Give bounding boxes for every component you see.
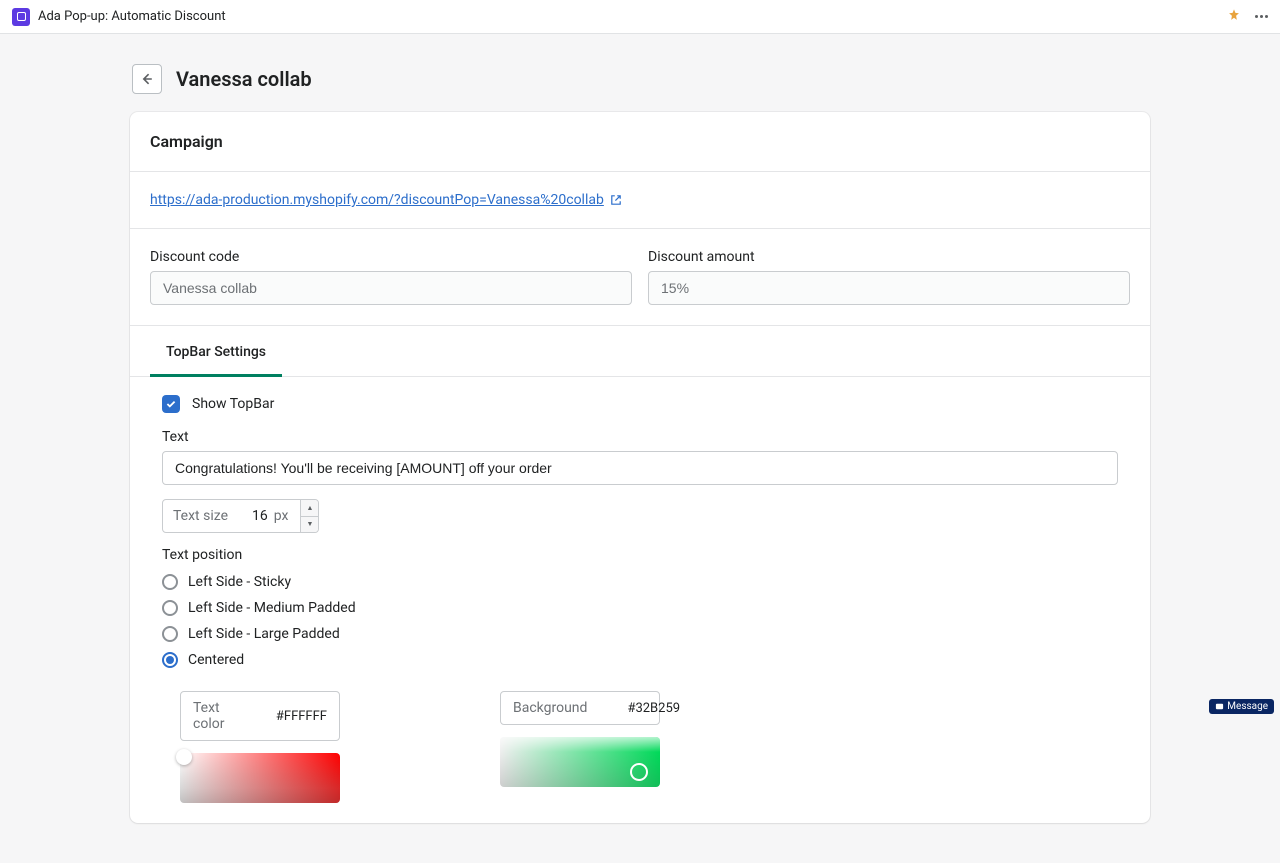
campaign-url-link[interactable]: https://ada-production.myshopify.com/?di… <box>150 192 622 208</box>
text-size-decrement[interactable]: ▼ <box>301 517 318 533</box>
bg-color-label: Background <box>513 700 587 716</box>
back-button[interactable] <box>132 64 162 94</box>
text-position-label: Text position <box>162 547 1118 563</box>
text-size-label: Text size <box>163 500 238 532</box>
radio-label: Left Side - Medium Padded <box>188 600 356 616</box>
text-color-label: Text color <box>193 700 236 732</box>
bg-color-picker[interactable] <box>500 737 660 787</box>
color-handle-icon[interactable] <box>176 749 192 765</box>
discount-code-input[interactable] <box>150 271 632 305</box>
radio-label: Left Side - Sticky <box>188 574 291 590</box>
topbar-settings-panel: Show TopBar Text Text size 16 px ▲ ▼ <box>130 377 1150 823</box>
show-topbar-checkbox[interactable] <box>162 395 180 413</box>
radio-icon <box>162 626 178 642</box>
radio-icon <box>162 652 178 668</box>
bg-color-value: #32B259 <box>627 701 680 716</box>
show-topbar-label: Show TopBar <box>192 396 274 412</box>
campaign-heading: Campaign <box>150 132 1130 151</box>
text-color-field[interactable]: Text color #FFFFFF <box>180 691 340 741</box>
pin-icon[interactable] <box>1227 8 1241 26</box>
message-widget-label: Message <box>1227 701 1268 712</box>
radio-left-sticky[interactable]: Left Side - Sticky <box>162 569 1118 595</box>
app-title: Ada Pop-up: Automatic Discount <box>38 9 226 24</box>
text-color-value: #FFFFFF <box>276 709 327 724</box>
radio-label: Centered <box>188 652 244 668</box>
text-size-increment[interactable]: ▲ <box>301 500 318 517</box>
message-widget[interactable]: Message <box>1209 699 1274 714</box>
radio-icon <box>162 574 178 590</box>
page-title: Vanessa collab <box>176 67 312 91</box>
campaign-url-text: https://ada-production.myshopify.com/?di… <box>150 192 604 208</box>
discount-code-label: Discount code <box>150 249 632 265</box>
topbar-text-input[interactable] <box>162 451 1118 485</box>
radio-left-large[interactable]: Left Side - Large Padded <box>162 621 1118 647</box>
radio-icon <box>162 600 178 616</box>
color-handle-icon[interactable] <box>630 763 648 781</box>
text-size-value[interactable]: 16 <box>238 500 272 532</box>
radio-label: Left Side - Large Padded <box>188 626 340 642</box>
campaign-card: Campaign https://ada-production.myshopif… <box>130 112 1150 823</box>
app-logo-icon <box>12 8 30 26</box>
text-label: Text <box>162 429 1118 445</box>
tabs: TopBar Settings <box>130 326 1150 377</box>
app-top-bar: Ada Pop-up: Automatic Discount <box>0 0 1280 34</box>
radio-left-medium[interactable]: Left Side - Medium Padded <box>162 595 1118 621</box>
text-color-picker[interactable] <box>180 753 340 803</box>
tab-topbar-settings[interactable]: TopBar Settings <box>150 326 282 377</box>
discount-amount-input[interactable] <box>648 271 1130 305</box>
external-link-icon <box>610 194 622 206</box>
text-size-field: Text size 16 px ▲ ▼ <box>162 499 319 533</box>
more-icon[interactable] <box>1255 15 1268 18</box>
discount-amount-label: Discount amount <box>648 249 1130 265</box>
text-position-radio-group: Left Side - Sticky Left Side - Medium Pa… <box>162 569 1118 673</box>
text-size-unit: px <box>272 500 301 532</box>
radio-centered[interactable]: Centered <box>162 647 1118 673</box>
